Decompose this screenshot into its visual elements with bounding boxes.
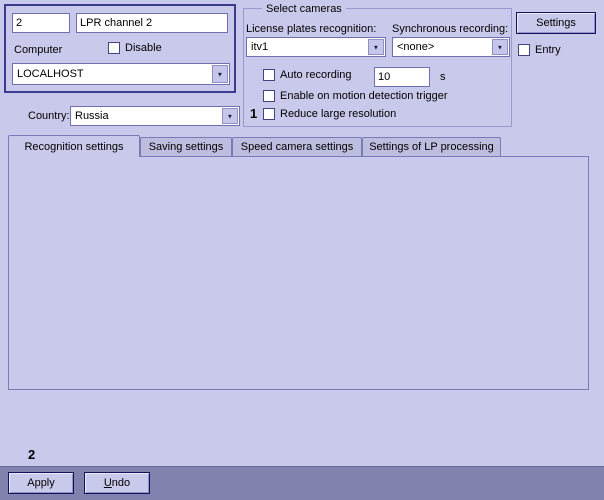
lpr-recognition-select[interactable]: itv1	[246, 37, 386, 57]
reduce-resolution-checkbox[interactable]: Reduce large resolution	[263, 108, 396, 120]
disable-checkbox-label: Disable	[125, 42, 162, 54]
sync-recording-select[interactable]: <none>	[392, 37, 510, 57]
country-label: Country:	[28, 110, 70, 122]
lpr-recognition-label: License plates recognition:	[246, 23, 376, 35]
tab-recognition-settings[interactable]: Recognition settings	[8, 135, 140, 157]
lpr-recognition-select-value: itv1	[251, 41, 268, 53]
computer-select-value: LOCALHOST	[17, 68, 84, 80]
motion-trigger-checkbox-label: Enable on motion detection trigger	[280, 90, 448, 102]
chevron-down-icon	[212, 65, 228, 83]
callout-marker-1: 1	[250, 106, 257, 121]
disable-checkbox[interactable]: Disable	[108, 42, 162, 54]
channel-identity-panel: Computer Disable LOCALHOST	[4, 4, 236, 93]
settings-button-label: Settings	[536, 17, 576, 29]
channel-name-input[interactable]	[76, 13, 228, 33]
auto-recording-checkbox-box	[263, 69, 275, 81]
disable-checkbox-box	[108, 42, 120, 54]
chevron-down-icon	[368, 39, 384, 55]
tab-saving-settings[interactable]: Saving settings	[140, 137, 232, 156]
country-select[interactable]: Russia	[70, 106, 240, 126]
auto-recording-checkbox[interactable]: Auto recording	[263, 69, 352, 81]
select-cameras-group-title: Select cameras	[262, 3, 346, 15]
apply-button[interactable]: Apply	[8, 472, 74, 494]
motion-trigger-checkbox-box	[263, 90, 275, 102]
recognition-settings-tabpanel	[8, 156, 589, 390]
tab-label: Speed camera settings	[241, 141, 354, 153]
chevron-down-icon	[222, 108, 238, 124]
undo-button-label: Undo	[104, 477, 130, 489]
auto-recording-checkbox-label: Auto recording	[280, 69, 352, 81]
reduce-resolution-checkbox-label: Reduce large resolution	[280, 108, 396, 120]
callout-marker-2: 2	[28, 447, 35, 462]
tab-label: Settings of LP processing	[369, 141, 494, 153]
country-select-value: Russia	[75, 110, 109, 122]
channel-id-input[interactable]	[12, 13, 70, 33]
entry-checkbox-label: Entry	[535, 44, 561, 56]
settings-button[interactable]: Settings	[516, 12, 596, 34]
chevron-down-icon	[492, 39, 508, 55]
entry-checkbox-box	[518, 44, 530, 56]
tab-settings-of-lp-processing[interactable]: Settings of LP processing	[362, 137, 501, 156]
auto-recording-unit-label: s	[440, 71, 446, 83]
sync-recording-select-value: <none>	[397, 41, 434, 53]
sync-recording-label: Synchronous recording:	[392, 23, 508, 35]
computer-select[interactable]: LOCALHOST	[12, 63, 230, 85]
lpr-channel-settings-panel: Computer Disable LOCALHOST Select camera…	[0, 0, 604, 500]
motion-trigger-checkbox[interactable]: Enable on motion detection trigger	[263, 90, 448, 102]
tab-speed-camera-settings[interactable]: Speed camera settings	[232, 137, 362, 156]
reduce-resolution-checkbox-box	[263, 108, 275, 120]
footer-bar: Apply Undo	[0, 466, 604, 500]
auto-recording-time-input[interactable]	[374, 67, 430, 87]
apply-button-label: Apply	[27, 477, 55, 489]
tab-label: Recognition settings	[24, 141, 123, 153]
undo-button[interactable]: Undo	[84, 472, 150, 494]
tab-label: Saving settings	[149, 141, 224, 153]
computer-label: Computer	[14, 44, 62, 56]
entry-checkbox[interactable]: Entry	[518, 44, 561, 56]
